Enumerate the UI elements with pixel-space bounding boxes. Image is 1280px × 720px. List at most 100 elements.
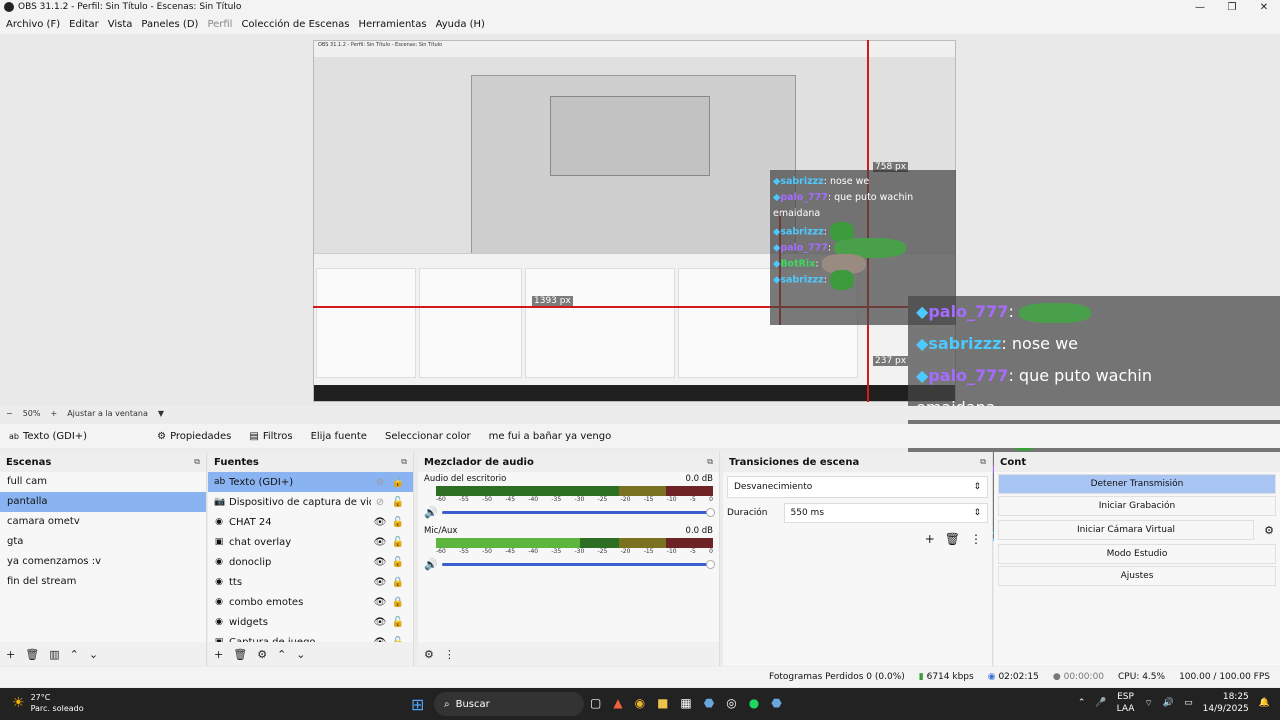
source-item[interactable]: ◉ widgets 👁 🔓 [208,612,413,632]
zoom-fit-select[interactable]: Ajustar a la ventana [67,409,148,418]
studio-mode-button[interactable]: Modo Estudio [998,544,1276,564]
clock[interactable]: 18:25 14/9/2025 [1203,691,1249,715]
undock-icon[interactable]: ⧉ [401,457,407,467]
wifi-icon[interactable]: ⌔ [1144,698,1152,709]
unlock-icon[interactable]: 🔓 [389,477,407,488]
menu-item-7[interactable]: Ayuda (H) [436,19,485,30]
volume-slider-knob[interactable] [706,507,715,517]
eye-icon[interactable]: 👁 [371,597,389,608]
undock-icon[interactable]: ⧉ [980,457,986,467]
speaker-icon[interactable]: 🔊 [424,558,438,571]
menu-item-1[interactable]: Editar [69,19,99,30]
epic-games-icon[interactable]: ▦ [680,696,691,710]
menu-item-2[interactable]: Vista [108,19,133,30]
lock-icon[interactable]: 🔒 [389,597,407,608]
eye-icon[interactable]: 👁 [371,557,389,568]
volume-slider[interactable] [441,559,715,569]
speaker-icon[interactable]: 🔊 [424,506,438,519]
gear-icon[interactable]: ⚙ [424,648,434,661]
source-item[interactable]: ▣ chat overlay 👁 🔓 [208,532,413,552]
filters-button[interactable]: ▤ Filtros [240,424,301,448]
source-item[interactable]: ▣ Captura de juego 👁 🔓 [208,632,413,643]
move-down-icon[interactable]: ⌄ [89,648,98,661]
transition-select[interactable]: Desvanecimiento ⇕ [727,476,988,498]
minimize-icon[interactable]: — [1184,0,1216,14]
folder-icon[interactable]: ■ [657,696,668,710]
scene-item[interactable]: camara ometv [0,512,206,532]
source-item[interactable]: ◉ CHAT 24 👁 🔓 [208,512,413,532]
menu-item-0[interactable]: Archivo (F) [6,19,60,30]
scene-item[interactable]: gta [0,532,206,552]
properties-button[interactable]: ⚙ Propiedades [148,424,240,448]
language-indicator[interactable]: ESP LAA [1117,691,1135,715]
eye-hidden-icon[interactable]: ⊘ [371,477,389,488]
menu-item-5[interactable]: Colección de Escenas [241,19,349,30]
brave-icon[interactable]: ▲ [613,696,622,710]
unlock-icon[interactable]: 🔓 [389,497,407,508]
chrome-icon[interactable]: ◉ [635,696,645,710]
undock-icon[interactable]: ⧉ [707,457,713,467]
eye-icon[interactable]: 👁 [371,537,389,548]
virtual-cam-button[interactable]: Iniciar Cámara Virtual [998,520,1254,540]
zoom-out-button[interactable]: − [6,409,13,418]
more-icon[interactable]: ⋮ [444,648,455,661]
add-source-button[interactable]: + [214,648,223,661]
spotify-icon[interactable]: ● [749,696,759,710]
scene-item[interactable]: pantalla [0,492,206,512]
scene-item[interactable]: ya comenzamos :v [0,552,206,572]
source-item[interactable]: ◉ tts 👁 🔒 [208,572,413,592]
remove-transition-icon[interactable]: 🗑 [945,532,960,546]
unlock-icon[interactable]: 🔓 [389,617,407,628]
preview-area[interactable]: OBS 31.1.2 - Perfil: Sin Título - Escena… [0,34,1280,547]
more-icon[interactable]: ⋮ [970,532,982,546]
undock-icon[interactable]: ⧉ [194,457,200,467]
volume-icon[interactable]: 🔊 [1163,698,1174,708]
move-up-icon[interactable]: ⌃ [277,648,286,661]
source-item[interactable]: 📷Dispositivo de captura de video 2⊘🔓 [208,492,413,512]
chevron-down-icon[interactable]: ▼ [158,409,164,418]
menu-item-3[interactable]: Paneles (D) [141,19,198,30]
windows-start-icon[interactable]: ⊞ [411,695,424,714]
source-item[interactable]: ◉ combo emotes 👁 🔒 [208,592,413,612]
gear-icon[interactable]: ⚙ [1258,524,1280,537]
close-icon[interactable]: ✕ [1248,0,1280,14]
weather-widget[interactable]: ☀ 27°C Parc. soleado [12,692,84,714]
unlock-icon[interactable]: 🔓 [389,557,407,568]
gear-icon[interactable]: ⚙ [257,648,267,661]
zoom-in-button[interactable]: + [50,409,57,418]
move-down-icon[interactable]: ⌄ [296,648,305,661]
select-color-button[interactable]: Seleccionar color [376,424,480,448]
lock-icon[interactable]: 🔒 [389,577,407,588]
unlock-icon[interactable]: 🔓 [389,517,407,528]
menu-item-4[interactable]: Perfil [207,19,232,30]
volume-slider[interactable] [441,507,715,517]
mic-icon[interactable]: 🎤 [1095,698,1106,708]
maximize-icon[interactable]: ❐ [1216,0,1248,14]
source-item[interactable]: ab Texto (GDI+) ⊘ 🔓 [208,472,413,492]
remove-source-icon[interactable]: 🗑 [233,648,247,661]
battery-icon[interactable]: ▭ [1184,698,1193,708]
choose-font-button[interactable]: Elija fuente [302,424,376,448]
obs-icon[interactable]: ◎ [726,696,736,710]
settings-button[interactable]: Ajustes [998,566,1276,586]
eye-icon[interactable]: 👁 [371,577,389,588]
chevron-up-icon[interactable]: ⌃ [1078,698,1086,708]
scene-item[interactable]: fin del stream [0,572,206,592]
volume-slider-knob[interactable] [706,559,715,569]
add-scene-button[interactable]: + [6,648,15,661]
duration-spinbox[interactable]: 550 ms ⇕ [783,503,988,523]
steam-icon-2[interactable]: ⬣ [771,696,781,710]
add-transition-button[interactable]: + [925,532,935,546]
steam-icon[interactable]: ⬣ [704,696,714,710]
remove-scene-icon[interactable]: 🗑 [25,648,39,661]
scene-item[interactable]: full cam [0,472,206,492]
eye-icon[interactable]: 👁 [371,517,389,528]
notification-icon[interactable]: 🔔 [1259,698,1270,708]
start-record-button[interactable]: Iniciar Grabación [998,496,1276,516]
eye-icon[interactable]: 👁 [371,617,389,628]
text-value-field[interactable]: me fui a bañar ya vengo [480,424,621,448]
move-up-icon[interactable]: ⌃ [70,648,79,661]
filters-icon[interactable]: ▥ [49,648,59,661]
eye-hidden-icon[interactable]: ⊘ [371,497,389,508]
source-item[interactable]: ◉ donoclip 👁 🔓 [208,552,413,572]
